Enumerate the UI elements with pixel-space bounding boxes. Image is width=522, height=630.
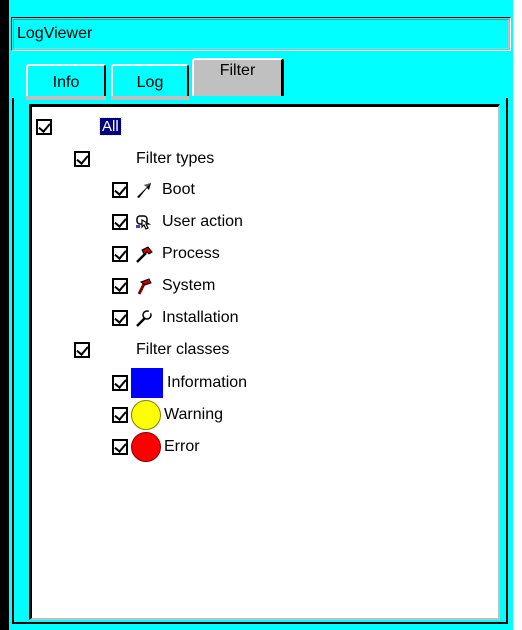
boot-checkbox[interactable] (112, 182, 128, 198)
filter-classes-checkbox[interactable] (74, 342, 90, 358)
process-icon (136, 246, 153, 263)
tree-node-filter-classes[interactable]: Filter classes (74, 337, 229, 363)
installation-icon (136, 310, 152, 327)
installation-label: Installation (162, 309, 239, 326)
tree-node-system[interactable]: System (112, 273, 215, 299)
tab-log-label: Log (136, 74, 164, 91)
warning-checkbox[interactable] (112, 407, 128, 423)
tree-node-installation[interactable]: Installation (112, 305, 239, 331)
window-left-border (0, 0, 9, 630)
filter-types-label: Filter types (136, 150, 215, 167)
error-checkbox[interactable] (112, 439, 128, 455)
tree-node-boot[interactable]: Boot (112, 177, 195, 203)
logviewer-window: LogViewer Info Log Filter All Filter typ… (0, 0, 522, 630)
warning-circle-icon (131, 400, 161, 430)
warning-label: Warning (164, 406, 223, 423)
error-circle-icon (131, 432, 161, 462)
process-label: Process (162, 245, 220, 262)
system-icon (137, 278, 152, 295)
tree-node-process[interactable]: Process (112, 241, 220, 267)
all-label-text: All (99, 117, 122, 136)
user-action-icon (136, 215, 152, 230)
system-checkbox[interactable] (112, 278, 128, 294)
information-label: Information (167, 374, 248, 391)
tab-log[interactable]: Log (111, 64, 189, 100)
tab-info[interactable]: Info (26, 64, 106, 100)
filter-types-checkbox[interactable] (74, 151, 90, 167)
error-label: Error (164, 438, 200, 455)
user-action-checkbox[interactable] (112, 214, 128, 230)
tree-node-filter-types[interactable]: Filter types (74, 146, 214, 172)
tree-node-all[interactable]: All (36, 114, 122, 140)
filter-tree-panel: All Filter types Boot User action Proces… (29, 104, 500, 620)
tree-node-user-action[interactable]: User action (112, 209, 243, 235)
information-checkbox[interactable] (112, 375, 128, 391)
tab-filter-label: Filter (219, 62, 256, 79)
information-square-icon (131, 368, 163, 398)
boot-label: Boot (162, 181, 195, 198)
user-action-label: User action (162, 213, 243, 230)
tree-node-error[interactable]: Error (112, 431, 200, 463)
all-checkbox[interactable] (36, 119, 52, 135)
process-checkbox[interactable] (112, 246, 128, 262)
system-label: System (162, 277, 216, 294)
window-right-edge (513, 0, 522, 630)
boot-icon (137, 183, 151, 198)
tree-node-information[interactable]: Information (112, 367, 247, 399)
tree-node-warning[interactable]: Warning (112, 399, 223, 431)
tab-filter[interactable]: Filter (192, 58, 284, 96)
installation-checkbox[interactable] (112, 310, 128, 326)
tab-info-label: Info (52, 74, 80, 91)
title-field: LogViewer (11, 17, 511, 51)
window-title: LogViewer (13, 19, 509, 49)
all-label[interactable]: All (99, 117, 122, 136)
filter-classes-label: Filter classes (136, 341, 230, 358)
